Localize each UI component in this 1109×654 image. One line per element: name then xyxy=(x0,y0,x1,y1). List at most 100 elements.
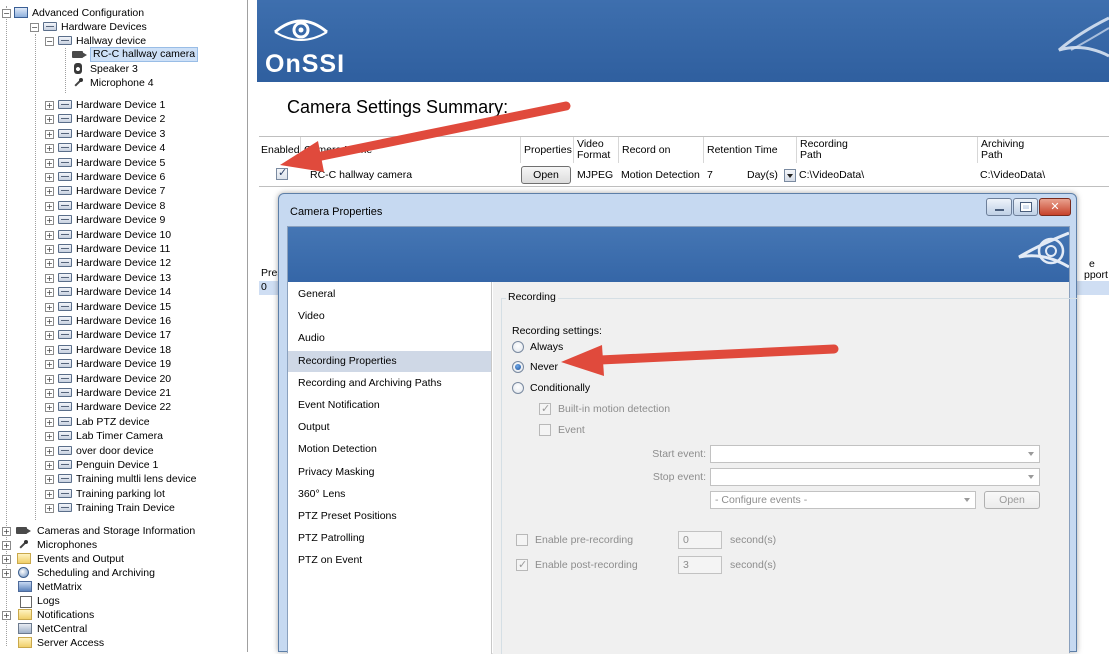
expand-icon[interactable]: + xyxy=(45,432,54,442)
retention-unit-select[interactable]: Day(s) xyxy=(747,166,796,184)
expand-icon[interactable]: + xyxy=(45,317,54,326)
collapse-icon[interactable]: − xyxy=(30,23,39,32)
tree-item-hardware-devices[interactable]: − Hardware Devices xyxy=(0,20,240,34)
radio-conditionally[interactable] xyxy=(512,382,524,394)
configure-events-select[interactable]: - Configure events - xyxy=(710,491,976,509)
nav-item[interactable]: Output xyxy=(288,417,491,438)
expand-icon[interactable]: + xyxy=(45,475,54,485)
expand-icon[interactable]: + xyxy=(45,389,54,398)
open-events-button[interactable]: Open xyxy=(984,491,1040,509)
label-never[interactable]: Never xyxy=(530,361,558,373)
expand-icon[interactable]: + xyxy=(45,504,54,514)
tree-item-device[interactable]: + Lab Timer Camera xyxy=(0,429,240,443)
collapse-icon[interactable]: − xyxy=(2,9,11,18)
tree-item-logs[interactable]: Logs xyxy=(0,594,240,608)
tree-item-notifications[interactable]: + Notifications xyxy=(0,608,240,622)
label-conditionally[interactable]: Conditionally xyxy=(530,382,590,394)
event-checkbox-wrap[interactable] xyxy=(539,424,551,437)
nav-item[interactable]: 360° Lens xyxy=(288,484,491,505)
expand-icon[interactable]: + xyxy=(45,201,54,211)
tree-item-device[interactable]: + Hardware Device 3 xyxy=(0,127,240,141)
open-properties-button[interactable]: Open xyxy=(521,166,571,184)
tree-item-device[interactable]: + Training Train Device xyxy=(0,501,240,515)
post-recording-checkbox[interactable] xyxy=(516,558,528,572)
tree-item-device[interactable]: + Lab PTZ device xyxy=(0,415,240,429)
expand-icon[interactable]: + xyxy=(45,288,54,298)
tree-item-device[interactable]: + Hardware Device 20 xyxy=(0,372,240,386)
expand-icon[interactable]: + xyxy=(45,302,54,312)
event-checkbox[interactable] xyxy=(539,424,551,437)
tree-item-device[interactable]: + over door device xyxy=(0,444,240,458)
tree-item-device[interactable]: + Hardware Device 21 xyxy=(0,386,240,400)
tree-item-device[interactable]: + Hardware Device 16 xyxy=(0,314,240,328)
expand-icon[interactable]: + xyxy=(2,569,11,578)
expand-icon[interactable]: + xyxy=(45,446,54,456)
collapse-icon[interactable]: − xyxy=(45,37,54,46)
tree-item-device[interactable]: + Training parking lot xyxy=(0,487,240,501)
nav-item[interactable]: PTZ Patrolling xyxy=(288,528,491,549)
expand-icon[interactable]: + xyxy=(45,374,54,384)
enabled-checkbox[interactable] xyxy=(276,167,288,181)
tree-item-events-output[interactable]: + Events and Output xyxy=(0,552,240,566)
expand-icon[interactable]: + xyxy=(45,230,54,240)
builtin-motion-checkbox[interactable] xyxy=(539,402,551,416)
expand-icon[interactable]: + xyxy=(45,115,54,125)
tree-item-advanced-configuration[interactable]: − Advanced Configuration xyxy=(0,6,240,20)
expand-icon[interactable]: + xyxy=(45,331,54,341)
tree-item-cameras-storage[interactable]: + Cameras and Storage Information xyxy=(0,524,240,538)
expand-icon[interactable]: + xyxy=(45,101,54,110)
nav-item[interactable]: Motion Detection xyxy=(288,439,491,460)
tree-item-device[interactable]: + Hardware Device 8 xyxy=(0,199,240,213)
label-always[interactable]: Always xyxy=(530,341,563,353)
tree-item-scheduling-archiving[interactable]: + Scheduling and Archiving xyxy=(0,566,240,580)
stop-event-select[interactable] xyxy=(710,468,1040,486)
nav-item[interactable]: Recording and Archiving Paths xyxy=(288,373,491,394)
expand-icon[interactable]: + xyxy=(45,158,54,168)
nav-item[interactable]: PTZ on Event xyxy=(288,550,491,571)
tree-item-hallway-device[interactable]: − Hallway device xyxy=(0,34,240,48)
pre-recording-checkbox[interactable] xyxy=(516,534,528,547)
nav-item[interactable]: Video xyxy=(288,306,491,327)
expand-icon[interactable]: + xyxy=(45,273,54,283)
tree-item-device[interactable]: + Penguin Device 1 xyxy=(0,458,240,472)
tree-item-device[interactable]: + Hardware Device 1 xyxy=(0,98,240,112)
post-recording-input[interactable]: 3 xyxy=(678,556,722,574)
tree-item-device[interactable]: + Hardware Device 18 xyxy=(0,343,240,357)
nav-item[interactable]: Event Notification xyxy=(288,395,491,416)
tree-item-device[interactable]: + Hardware Device 19 xyxy=(0,357,240,371)
tree-item-microphones[interactable]: + Microphones xyxy=(0,538,240,552)
tree-item-device[interactable]: + Hardware Device 9 xyxy=(0,213,240,227)
maximize-button[interactable] xyxy=(1013,198,1038,216)
post-recording-checkbox-wrap[interactable] xyxy=(516,558,528,572)
tree-item-device[interactable]: + Hardware Device 4 xyxy=(0,141,240,155)
nav-item[interactable]: PTZ Preset Positions xyxy=(288,506,491,527)
expand-icon[interactable]: + xyxy=(2,527,11,536)
nav-item[interactable]: General xyxy=(288,284,491,305)
tree-item-microphone-4[interactable]: Microphone 4 xyxy=(0,76,240,90)
radio-never[interactable] xyxy=(512,361,524,373)
start-event-select[interactable] xyxy=(710,445,1040,463)
expand-icon[interactable]: + xyxy=(45,403,54,413)
tree-item-device[interactable]: + Hardware Device 17 xyxy=(0,328,240,342)
radio-always[interactable] xyxy=(512,341,524,353)
tree-item-device[interactable]: + Hardware Device 7 xyxy=(0,184,240,198)
expand-icon[interactable]: + xyxy=(2,541,11,550)
expand-icon[interactable]: + xyxy=(2,611,11,620)
tree-item-device[interactable]: + Hardware Device 12 xyxy=(0,256,240,270)
tree-item-device[interactable]: + Hardware Device 11 xyxy=(0,242,240,256)
dropdown-arrow-icon[interactable] xyxy=(783,168,796,182)
tree-item-device[interactable]: + Hardware Device 15 xyxy=(0,300,240,314)
expand-icon[interactable]: + xyxy=(45,417,54,427)
expand-icon[interactable]: + xyxy=(45,345,54,355)
nav-item[interactable]: Audio xyxy=(288,328,491,349)
tree-item-device[interactable]: + Hardware Device 14 xyxy=(0,285,240,299)
expand-icon[interactable]: + xyxy=(45,173,54,182)
expand-icon[interactable]: + xyxy=(45,461,54,470)
expand-icon[interactable]: + xyxy=(45,187,54,197)
expand-icon[interactable]: + xyxy=(45,216,54,226)
tree-item-device[interactable]: + Hardware Device 22 xyxy=(0,400,240,414)
pre-recording-checkbox-wrap[interactable] xyxy=(516,534,528,547)
builtin-motion-checkbox-wrap[interactable] xyxy=(539,402,551,416)
nav-item[interactable]: Recording Properties xyxy=(288,350,491,372)
tree-item-device[interactable]: + Hardware Device 5 xyxy=(0,156,240,170)
